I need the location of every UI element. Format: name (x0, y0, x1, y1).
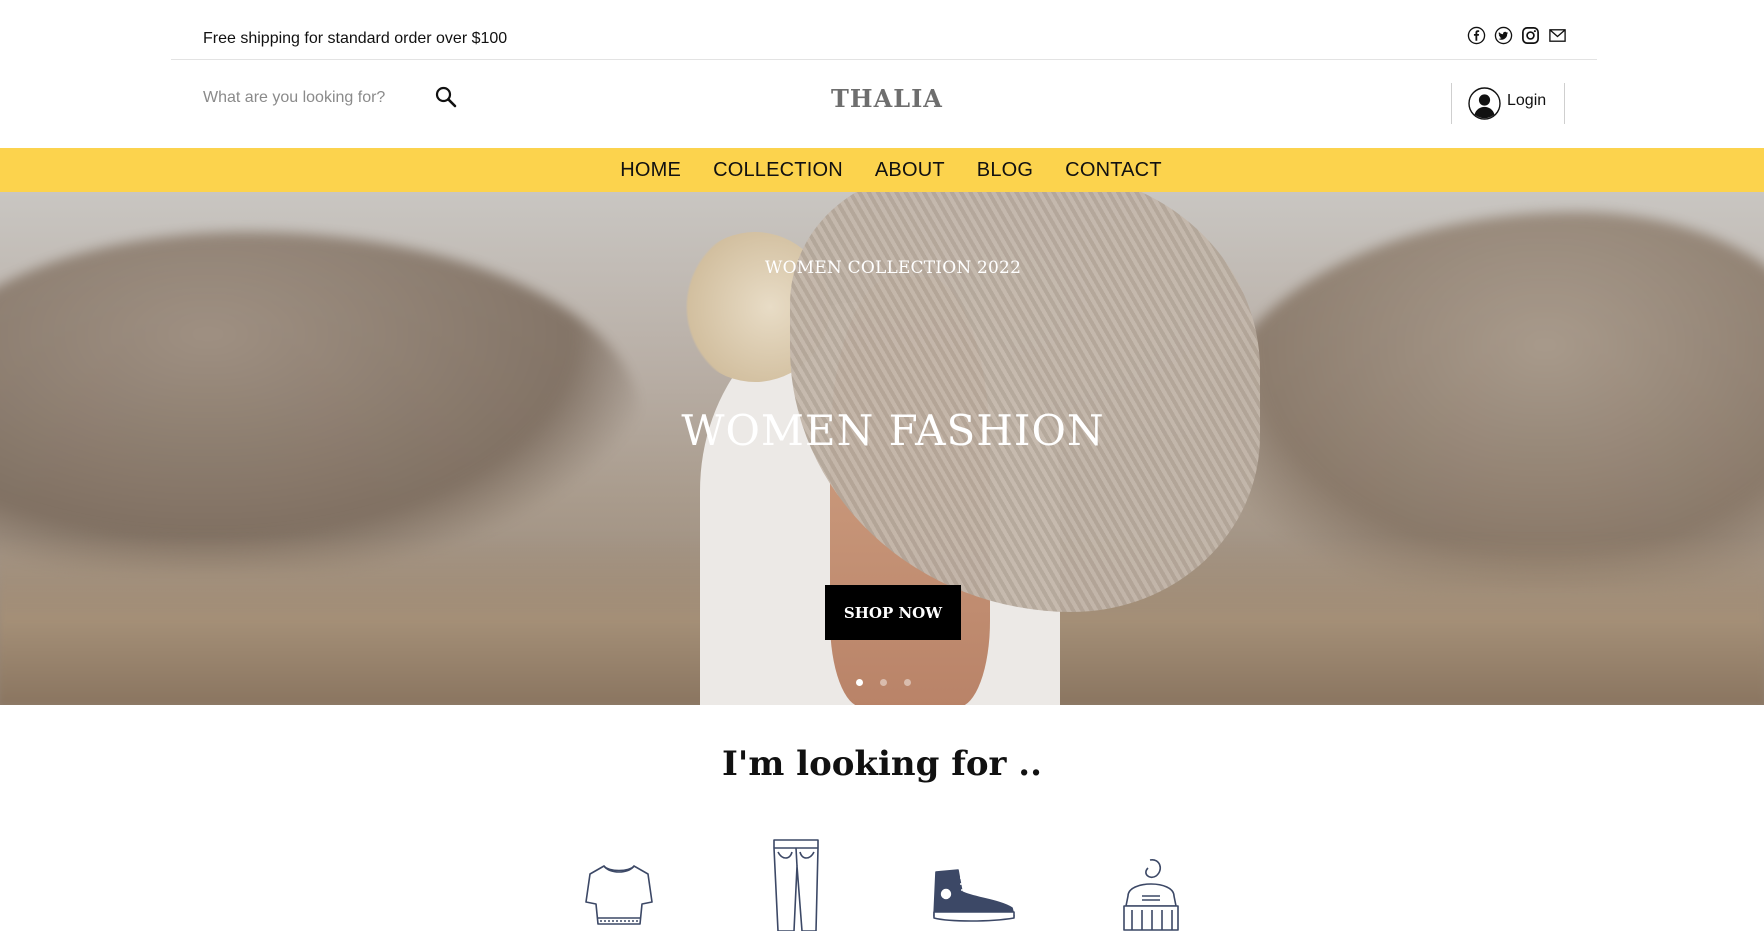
hero-title: WOMEN FASHION (681, 406, 1105, 455)
hat-icon[interactable] (1120, 856, 1182, 931)
hero-background-rock (0, 232, 640, 572)
login-button[interactable]: Login (1451, 83, 1565, 124)
section-heading: I'm looking for .. (722, 744, 1042, 784)
sneaker-icon[interactable] (930, 868, 1018, 924)
nav-item-about[interactable]: ABOUT (875, 159, 945, 182)
twitter-icon[interactable] (1493, 25, 1513, 45)
slider-dot-2[interactable] (880, 679, 887, 686)
category-icons (0, 834, 1764, 931)
mail-icon[interactable] (1547, 25, 1567, 45)
slider-dot-1[interactable] (856, 679, 863, 686)
social-links (1466, 25, 1567, 45)
facebook-icon[interactable] (1466, 25, 1486, 45)
user-icon (1468, 87, 1501, 120)
nav-item-blog[interactable]: BLOG (977, 159, 1033, 182)
tshirt-icon[interactable] (582, 862, 656, 931)
top-bar: Free shipping for standard order over $1… (171, 0, 1597, 60)
nav-item-contact[interactable]: CONTACT (1065, 159, 1162, 182)
nav-item-home[interactable]: HOME (620, 159, 681, 182)
nav-item-collection[interactable]: COLLECTION (713, 159, 843, 182)
hero-subtitle: WOMEN COLLECTION 2022 (764, 258, 1022, 278)
jeans-icon[interactable] (770, 838, 822, 931)
slider-dot-3[interactable] (904, 679, 911, 686)
shipping-notice: Free shipping for standard order over $1… (203, 30, 508, 47)
hero-banner: WOMEN COLLECTION 2022 WOMEN FASHION SHOP… (0, 192, 1764, 705)
login-label: Login (1507, 91, 1547, 109)
shop-now-button[interactable]: SHOP NOW (825, 585, 961, 640)
slider-dots (856, 679, 911, 686)
main-nav: HOME COLLECTION ABOUT BLOG CONTACT (0, 148, 1764, 192)
instagram-icon[interactable] (1520, 25, 1540, 45)
